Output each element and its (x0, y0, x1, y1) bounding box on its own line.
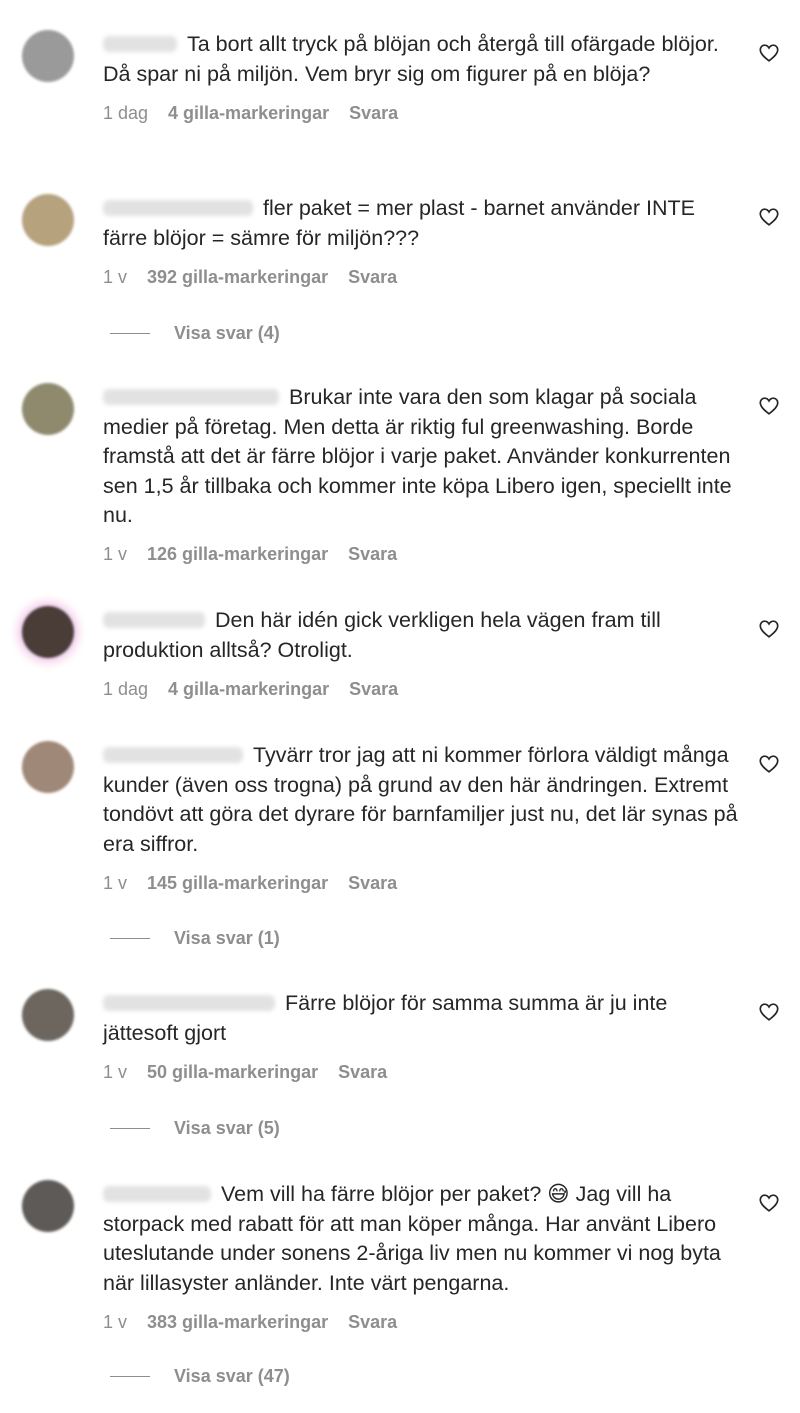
comment-meta: 1 dag 4 gilla-markeringar Svara (103, 101, 743, 125)
comments-list: Ta bort allt tryck på blöjan och återgå … (0, 0, 800, 1413)
username-blurred[interactable] (103, 1186, 211, 1202)
avatar[interactable] (22, 30, 74, 82)
username-blurred[interactable] (103, 389, 279, 405)
reply-button[interactable]: Svara (349, 679, 398, 700)
view-replies-button[interactable]: Visa svar (47) (110, 1364, 290, 1388)
divider-line (110, 1375, 150, 1377)
like-heart-icon[interactable] (758, 1001, 780, 1023)
comment-time: 1 v (103, 544, 128, 564)
like-heart-icon[interactable] (758, 618, 780, 640)
comment-meta: 1 v 383 gilla-markeringar Svara (103, 1310, 743, 1334)
divider-line (110, 937, 150, 939)
comment-meta: 1 v 392 gilla-markeringar Svara (103, 265, 743, 289)
likes-count[interactable]: 4 gilla-markeringar (168, 103, 329, 124)
comment-time: 1 v (103, 266, 128, 287)
comment-time: 1 dag (103, 678, 149, 699)
view-replies-label[interactable]: Visa svar (4) (174, 323, 280, 344)
avatar[interactable] (22, 383, 74, 435)
avatar[interactable] (22, 1180, 74, 1232)
comment-text: Brukar inte vara den som klagar på socia… (103, 385, 732, 527)
username-blurred[interactable] (103, 747, 243, 763)
likes-count[interactable]: 392 gilla-markeringar (147, 267, 328, 288)
comment-meta: 1 v 50 gilla-markeringar Svara (103, 1060, 743, 1084)
comment-time: 1 dag (103, 102, 149, 123)
likes-count[interactable]: 126 gilla-markeringar (147, 544, 328, 565)
username-blurred[interactable] (103, 200, 253, 216)
like-heart-icon[interactable] (758, 753, 780, 775)
reply-button[interactable]: Svara (348, 544, 397, 565)
like-heart-icon[interactable] (758, 42, 780, 64)
view-replies-label[interactable]: Visa svar (5) (174, 1118, 280, 1139)
reply-button[interactable]: Svara (338, 1062, 387, 1083)
view-replies-button[interactable]: Visa svar (5) (110, 1116, 280, 1140)
view-replies-label[interactable]: Visa svar (1) (174, 928, 280, 949)
avatar[interactable] (22, 989, 74, 1041)
avatar-with-story[interactable] (22, 606, 74, 658)
avatar[interactable] (22, 194, 74, 246)
username-blurred[interactable] (103, 36, 177, 52)
reply-button[interactable]: Svara (348, 267, 397, 288)
avatar[interactable] (22, 741, 74, 793)
divider-line (110, 1127, 150, 1129)
like-heart-icon[interactable] (758, 1192, 780, 1214)
reply-button[interactable]: Svara (349, 103, 398, 124)
view-replies-button[interactable]: Visa svar (1) (110, 926, 280, 950)
username-blurred[interactable] (103, 612, 205, 628)
comment-meta: 1 v 145 gilla-markeringar Svara (103, 871, 743, 895)
comment-time: 1 v (103, 1061, 128, 1082)
comment-meta: 1 dag 4 gilla-markeringar Svara (103, 677, 743, 701)
comment-time: 1 v (103, 872, 128, 893)
likes-count[interactable]: 4 gilla-markeringar (168, 679, 329, 700)
username-blurred[interactable] (103, 995, 275, 1011)
likes-count[interactable]: 383 gilla-markeringar (147, 1312, 328, 1333)
comment-text: Ta bort allt tryck på blöjan och återgå … (103, 32, 719, 86)
reply-button[interactable]: Svara (348, 873, 397, 894)
likes-count[interactable]: 145 gilla-markeringar (147, 873, 328, 894)
view-replies-label[interactable]: Visa svar (47) (174, 1366, 290, 1387)
comment-time: 1 v (103, 1311, 128, 1332)
like-heart-icon[interactable] (758, 206, 780, 228)
divider-line (110, 332, 150, 334)
likes-count[interactable]: 50 gilla-markeringar (147, 1062, 318, 1083)
comment-meta: 1 v 126 gilla-markeringar Svara (103, 543, 743, 567)
reply-button[interactable]: Svara (348, 1312, 397, 1333)
like-heart-icon[interactable] (758, 395, 780, 417)
view-replies-button[interactable]: Visa svar (4) (110, 321, 280, 345)
